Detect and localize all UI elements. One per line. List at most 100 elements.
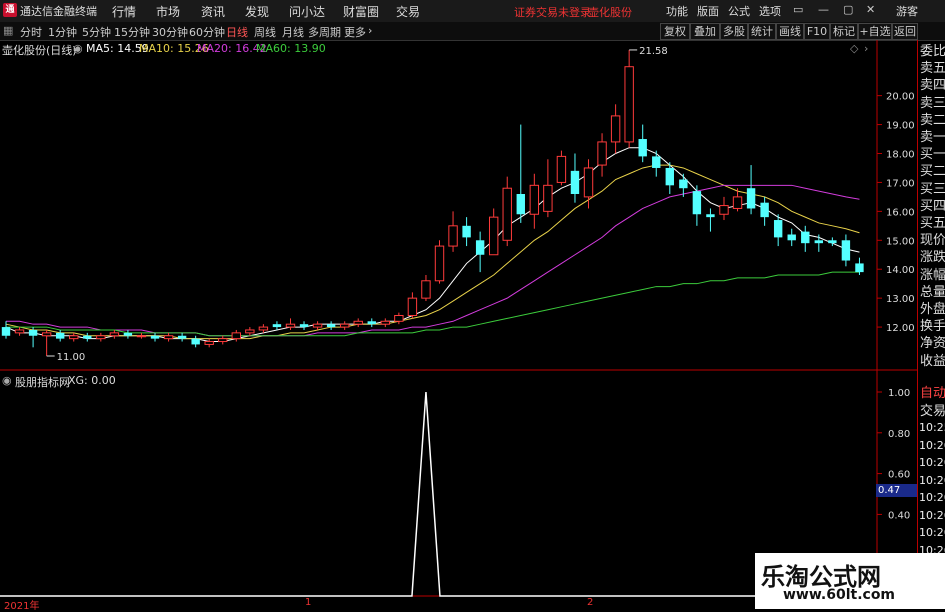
y-tick-label-4: 16.00 [886, 207, 915, 218]
candle-body-18 [245, 329, 255, 334]
candle-body-28 [380, 320, 391, 325]
y-axis: 20.00 19.00 18.00 17.00 16.00 15.00 14.00 13.00… [877, 92, 915, 521]
candle-body-61 [828, 240, 837, 244]
candle-body-47 [638, 139, 647, 157]
tab-5min[interactable]: 5分钟 [82, 24, 111, 40]
watermark-url: www.60lt.com [783, 587, 896, 603]
candle-body-49 [665, 167, 674, 186]
low-price-label: 11.00 [57, 352, 86, 363]
menu-gongshi[interactable]: 公式 [728, 3, 750, 19]
quote-field-14: 总量 [920, 284, 945, 300]
candle-body-60 [814, 240, 824, 244]
tab-daily[interactable]: 日线 [226, 24, 248, 40]
f10-button[interactable]: F10 [804, 23, 830, 40]
ma-lines [5, 147, 860, 343]
candle-body-35 [475, 240, 485, 255]
trade-time-6: 10:26 [919, 526, 945, 539]
quote-field-12: 涨跌 [920, 250, 945, 266]
candle-body-19 [258, 326, 269, 331]
candle-body-45 [610, 115, 621, 143]
y-tick-label-1: 19.00 [886, 121, 915, 132]
candle-body-13 [177, 335, 187, 339]
diejia-button[interactable]: 叠加 [690, 23, 720, 40]
sub-indicator-value: XG: 0.00 [68, 374, 116, 387]
login-warning[interactable]: 证券交易未登录 [514, 4, 591, 20]
quote-field-3: 卖三 [920, 95, 945, 111]
menu-wenxiaoda[interactable]: 问小达 [289, 3, 325, 20]
quote-field-1: 卖五 [920, 61, 945, 77]
tab-more[interactable]: 更多 [344, 24, 366, 40]
menu-gongneng[interactable]: 功能 [666, 3, 688, 19]
back-button[interactable]: 返回 [892, 23, 918, 40]
candle-body-20 [272, 324, 282, 328]
menu-hangqing[interactable]: 行情 [112, 3, 136, 20]
sub-panel-field-0[interactable]: 自动 [920, 386, 945, 402]
menu-faxian[interactable]: 发现 [245, 3, 269, 20]
quote-panel: 委比 卖五 卖四 卖三 卖二 卖一 买一 买二 买三 买四 买五 现价 涨跌 涨幅 总量 外盘 换手 净资 收益 自动… [917, 40, 945, 609]
quote-field-9: 买四 [920, 198, 945, 214]
candles [1, 49, 864, 356]
minimize-window-icon[interactable]: ▭ [793, 3, 803, 16]
candle-body-6 [83, 335, 92, 339]
menu-shichang[interactable]: 市场 [156, 3, 180, 20]
candle-body-39 [529, 184, 540, 215]
biaoji-button[interactable]: 标记 [830, 23, 858, 40]
candle-body-62 [841, 240, 851, 261]
y-tick-label-6: 14.00 [886, 265, 915, 276]
kline-chart[interactable]: 20.00 19.00 18.00 17.00 16.00 15.00 14.00 13.00… [0, 40, 918, 609]
user-label[interactable]: 游客 [896, 3, 918, 19]
quote-field-11: 现价 [920, 233, 945, 249]
tab-weekly[interactable]: 周线 [254, 24, 276, 40]
candle-body-17 [231, 332, 241, 340]
app-logo-icon: 通 [3, 3, 17, 17]
tab-1min[interactable]: 1分钟 [48, 24, 77, 40]
grid-icon[interactable]: ▦ [3, 24, 13, 37]
y-tick-label-5: 15.00 [886, 236, 915, 247]
huaxian-button[interactable]: 画线 [776, 23, 804, 40]
menu-zixun[interactable]: 资讯 [201, 3, 225, 20]
quote-field-7: 买二 [920, 164, 945, 180]
candle-body-34 [462, 225, 471, 238]
tab-60min[interactable]: 60分钟 [189, 24, 225, 40]
duogu-button[interactable]: 多股 [720, 23, 748, 40]
candle-body-12 [163, 335, 174, 340]
candle-body-22 [299, 324, 309, 328]
sub-panel-field-1[interactable]: 交易 [920, 404, 945, 420]
maximize-icon[interactable]: ▢ [843, 3, 853, 16]
quote-field-5: 卖一 [920, 130, 945, 145]
menu-banmian[interactable]: 版面 [697, 3, 719, 19]
tab-multi-period[interactable]: 多周期 [308, 24, 341, 40]
quote-field-0: 委比 [920, 44, 945, 59]
y-tick-label-8: 12.00 [886, 323, 915, 334]
tab-monthly[interactable]: 月线 [282, 24, 304, 40]
chevron-right-icon[interactable]: › [368, 24, 372, 37]
trade-time-4: 10:26 [919, 491, 945, 504]
tab-fenshi[interactable]: 分时 [20, 24, 42, 40]
candle-body-14 [191, 338, 200, 345]
menu-xuanxiang[interactable]: 选项 [759, 3, 781, 19]
candle-body-4 [55, 332, 65, 339]
x-label-month1: 1 [305, 597, 312, 608]
tab-30min[interactable]: 30分钟 [152, 24, 188, 40]
quote-field-18: 收益 [920, 353, 945, 369]
candle-body-43 [583, 167, 594, 198]
menu-jiaoyi[interactable]: 交易 [396, 3, 420, 20]
candle-body-27 [367, 321, 376, 325]
candle-body-40 [543, 184, 553, 212]
candle-body-26 [353, 320, 363, 325]
candle-body-9 [123, 332, 133, 336]
tab-15min[interactable]: 15分钟 [114, 24, 150, 40]
sub-settings-icon[interactable]: ◉ [2, 374, 12, 387]
candle-body-56 [760, 202, 769, 218]
candle-body-63 [855, 263, 864, 273]
minimize-icon[interactable]: — [818, 3, 829, 16]
fuquan-button[interactable]: 复权 [660, 23, 690, 40]
tongji-button[interactable]: 统计 [748, 23, 776, 40]
add-watchlist-button[interactable]: +自选 [858, 23, 892, 40]
y-tick-label-2: 18.00 [886, 150, 915, 161]
candle-body-8 [109, 332, 120, 337]
close-icon[interactable]: ✕ [866, 3, 875, 16]
menu-caifuquan[interactable]: 财富圈 [343, 3, 379, 20]
period-toolbar: ▦ 分时 1分钟 5分钟 15分钟 30分钟 60分钟 日线 周线 月线 多周期… [0, 22, 945, 41]
current-stock-name: 壶化股份 [588, 6, 632, 19]
